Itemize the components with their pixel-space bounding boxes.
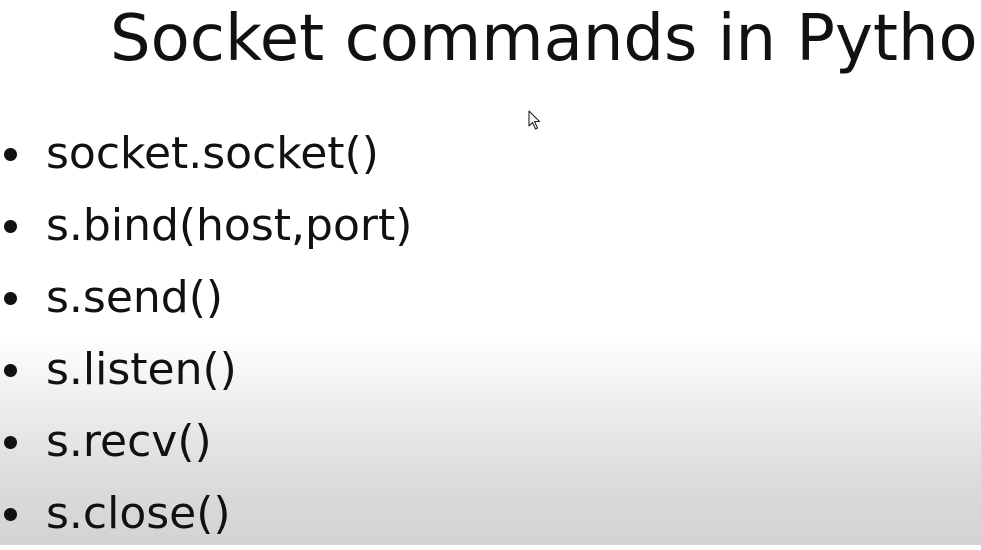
bullet-text: s.recv() [46, 416, 212, 467]
bullet-dot-icon [4, 148, 17, 161]
bullet-dot-icon [4, 292, 17, 305]
bullet-text: s.bind(host,port) [46, 200, 413, 251]
bullet-text: socket.socket() [46, 128, 379, 179]
bullet-text: s.listen() [46, 344, 237, 395]
bullet-dot-icon [4, 436, 17, 449]
slide: Socket commands in Python socket.socket(… [0, 0, 981, 545]
bullet-text: s.close() [46, 488, 231, 539]
bullet-dot-icon [4, 508, 17, 521]
bullet-dot-icon [4, 220, 17, 233]
bullet-dot-icon [4, 364, 17, 377]
mouse-pointer-icon [528, 110, 541, 130]
bullet-text: s.send() [46, 272, 224, 323]
slide-title: Socket commands in Python [110, 2, 981, 76]
